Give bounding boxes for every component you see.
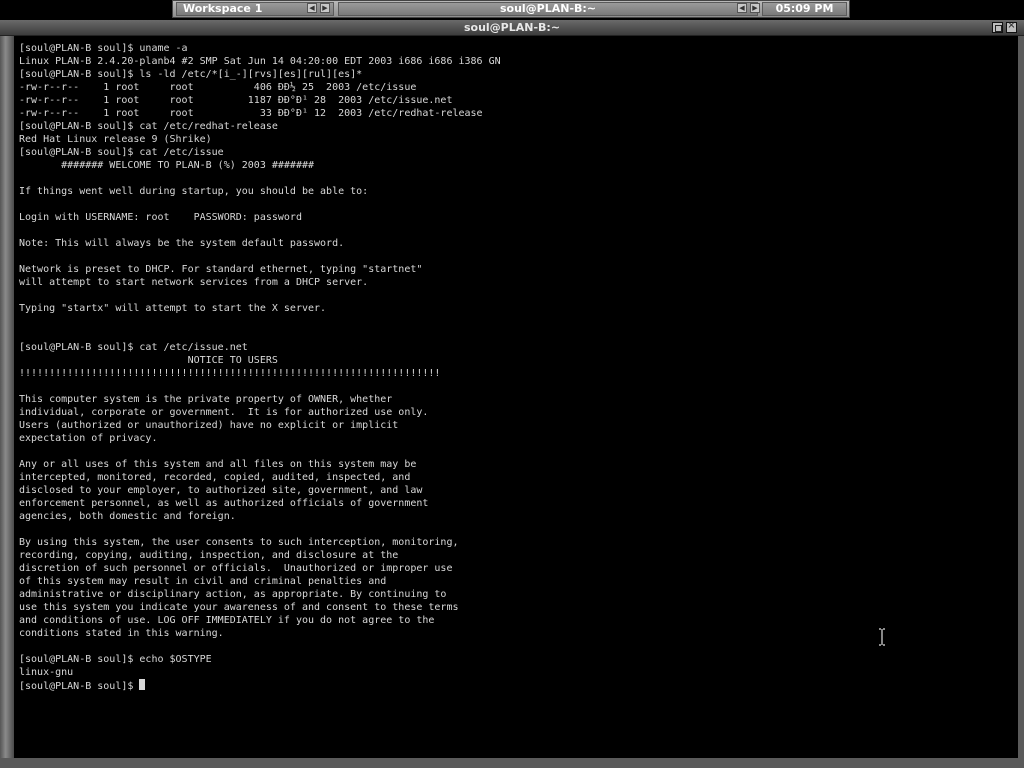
terminal-area[interactable]: [soul@PLAN-B soul]$ uname -a Linux PLAN-… — [16, 38, 1017, 758]
terminal-line: [soul@PLAN-B soul]$ echo $OSTYPE — [19, 654, 212, 665]
terminal-line: [soul@PLAN-B soul]$ cat /etc/redhat-rele… — [19, 121, 278, 132]
terminal-line: ####### WELCOME TO PLAN-B (%) 2003 #####… — [61, 160, 315, 171]
terminal-line: [soul@PLAN-B soul]$ cat /etc/issue.net — [19, 342, 248, 353]
terminal-line: If things went well during startup, you … — [19, 186, 369, 197]
terminal-line: administrative or disciplinary action, a… — [19, 589, 447, 600]
terminal-line: Login with USERNAME: root PASSWORD: pass… — [19, 212, 302, 223]
terminal-line: [soul@PLAN-B soul]$ ls -ld /etc/*[i_-][r… — [19, 69, 363, 80]
terminal-line: intercepted, monitored, recorded, copied… — [19, 472, 411, 483]
terminal-line: of this system may result in civil and c… — [19, 576, 387, 587]
terminal-line: Note: This will always be the system def… — [19, 238, 345, 249]
terminal-line: Any or all uses of this system and all f… — [19, 459, 417, 470]
terminal-line: discretion of such personnel or official… — [19, 563, 453, 574]
ibeam-cursor-icon — [879, 628, 885, 646]
terminal-line: recording, copying, auditing, inspection… — [19, 550, 399, 561]
terminal-line: [soul@PLAN-B soul]$ cat /etc/issue — [19, 147, 224, 158]
terminal-line: Red Hat Linux release 9 (Shrike) — [19, 134, 212, 145]
terminal-line: -rw-r--r-- 1 root root 33 ĐĐ°Đ¹ 12 2003 … — [19, 108, 483, 119]
terminal-line: !!!!!!!!!!!!!!!!!!!!!!!!!!!!!!!!!!!!!!!!… — [19, 368, 441, 379]
taskbar-window-title[interactable]: soul@PLAN-B:~ — [338, 2, 758, 16]
window-title: soul@PLAN-B:~ — [463, 21, 561, 34]
terminal-line: expectation of privacy. — [19, 433, 158, 444]
terminal-line: -rw-r--r-- 1 root root 1187 ĐĐ°Đ¹ 28 200… — [19, 95, 453, 106]
terminal-line: By using this system, the user consents … — [19, 537, 459, 548]
terminal-line: NOTICE TO USERS — [187, 355, 278, 366]
terminal-line: individual, corporate or government. It … — [19, 407, 429, 418]
terminal-line: conditions stated in this warning. — [19, 628, 224, 639]
terminal-line: Typing "startx" will attempt to start th… — [19, 303, 327, 314]
window-prev-icon[interactable]: ◀ — [737, 3, 747, 13]
terminal-line: Users (authorized or unauthorized) have … — [19, 420, 399, 431]
close-icon[interactable] — [1006, 20, 1017, 33]
workspace-next-icon[interactable]: ▶ — [320, 3, 330, 13]
window-frame-bottom[interactable] — [0, 758, 1024, 768]
terminal-line: -rw-r--r-- 1 root root 406 ĐĐ½ 25 2003 /… — [19, 82, 417, 93]
terminal-line: agencies, both domestic and foreign. — [19, 511, 236, 522]
terminal-line: Network is preset to DHCP. For standard … — [19, 264, 423, 275]
maximize-icon[interactable] — [992, 22, 1003, 33]
window-frame-right[interactable] — [1018, 36, 1024, 768]
clock: 05:09 PM — [762, 2, 847, 16]
terminal-line: and conditions of use. LOG OFF IMMEDIATE… — [19, 615, 435, 626]
terminal-history: [soul@PLAN-B soul]$ uname -a Linux PLAN-… — [19, 43, 501, 678]
terminal-line: will attempt to start network services f… — [19, 277, 369, 288]
terminal-output: [soul@PLAN-B soul]$ uname -a Linux PLAN-… — [19, 42, 501, 693]
terminal-line: enforcement personnel, as well as author… — [19, 498, 429, 509]
terminal-line: This computer system is the private prop… — [19, 394, 393, 405]
text-cursor — [139, 679, 146, 690]
window-next-icon[interactable]: ▶ — [750, 3, 760, 13]
terminal-line: linux-gnu — [19, 667, 74, 678]
workspace-prev-icon[interactable]: ◀ — [307, 3, 317, 13]
terminal-prompt: [soul@PLAN-B soul]$ — [19, 681, 140, 692]
terminal-line: Linux PLAN-B 2.4.20-planb4 #2 SMP Sat Ju… — [19, 56, 501, 67]
top-toolbar: Workspace 1 ◀ ▶ soul@PLAN-B:~ ◀ ▶ 05:09 … — [172, 0, 850, 18]
window-frame-left[interactable] — [0, 36, 14, 768]
terminal-line: disclosed to your employer, to authorize… — [19, 485, 423, 496]
window-titlebar[interactable]: soul@PLAN-B:~ — [0, 20, 1024, 36]
terminal-line: use this system you indicate your awaren… — [19, 602, 459, 613]
terminal-line: [soul@PLAN-B soul]$ uname -a — [19, 43, 188, 54]
